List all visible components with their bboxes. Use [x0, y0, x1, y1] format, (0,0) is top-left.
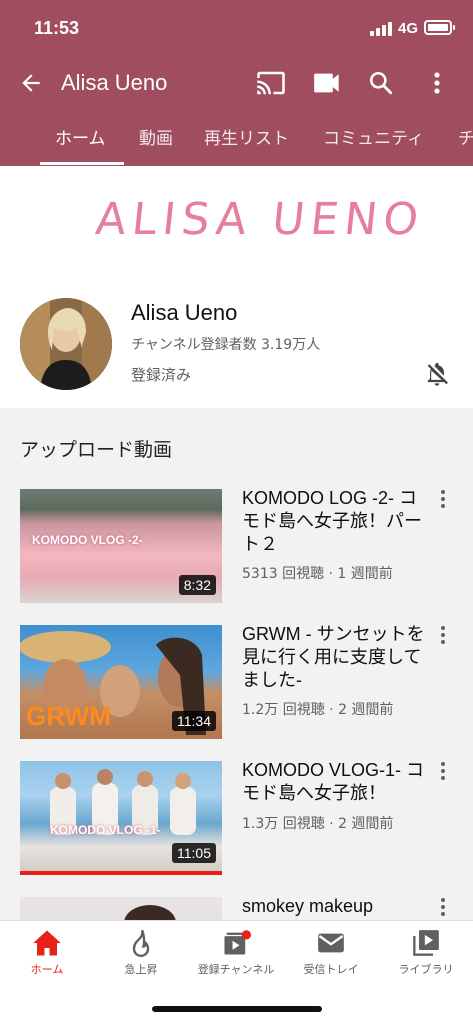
video-item[interactable]: KOMODO VLOG -1- 11:05 KOMODO VLOG-1- コモド…: [0, 759, 473, 879]
status-time: 11:53: [34, 18, 80, 38]
cast-icon[interactable]: [254, 66, 288, 100]
flame-icon: [132, 929, 150, 957]
nav-inbox[interactable]: 受信トレイ: [284, 929, 378, 983]
video-title[interactable]: KOMODO VLOG-1- コモド島へ女子旅！: [242, 759, 432, 805]
video-duration: 11:05: [172, 843, 216, 863]
video-thumbnail[interactable]: [20, 897, 222, 920]
video-item[interactable]: smokey makeup: [0, 897, 473, 920]
mail-icon: [318, 933, 344, 953]
nav-label: ライブラリ: [398, 963, 454, 976]
channel-banner: ALISA UENO: [0, 166, 473, 274]
video-duration: 8:32: [178, 575, 216, 595]
channel-info: Alisa Ueno チャンネル登録者数 3.19万人 登録済み: [0, 274, 473, 408]
thumbnail-caption: KOMODO VLOG -1-: [50, 823, 161, 837]
video-thumbnail[interactable]: KOMODO VLOG -1- 11:05: [20, 761, 222, 875]
active-tab-indicator: [40, 162, 124, 165]
subscriber-count: チャンネル登録者数 3.19万人: [131, 337, 321, 353]
tab-videos[interactable]: 動画: [139, 124, 173, 149]
more-vert-icon[interactable]: [440, 897, 456, 919]
search-icon[interactable]: [366, 66, 396, 100]
channel-header: 11:53 4G Alisa Ueno ホーム 動画 再生リスト コミュニティ …: [0, 0, 473, 166]
network-type: 4G: [398, 20, 419, 37]
nav-label: 急上昇: [124, 963, 158, 976]
nav-label: 登録チャンネル: [197, 963, 275, 976]
video-title[interactable]: KOMODO LOG -2- コモド島へ女子旅！パート２: [242, 487, 432, 556]
more-vert-icon[interactable]: [440, 489, 456, 511]
video-thumbnail[interactable]: GRWM 11:34: [20, 625, 222, 739]
more-vert-icon[interactable]: [425, 66, 449, 100]
nav-trending[interactable]: 急上昇: [94, 929, 188, 983]
video-item[interactable]: KOMODO VLOG -2- 8:32 KOMODO LOG -2- コモド島…: [0, 487, 473, 607]
avatar[interactable]: [20, 298, 112, 390]
tab-playlists[interactable]: 再生リスト: [204, 124, 289, 149]
more-vert-icon[interactable]: [440, 761, 456, 783]
video-meta: 5313 回視聴 · 1 週間前: [242, 566, 393, 582]
video-title[interactable]: smokey makeup: [242, 897, 432, 918]
status-bar: 11:53 4G: [0, 0, 473, 58]
banner-logo: ALISA UENO: [93, 194, 427, 245]
video-thumbnail[interactable]: KOMODO VLOG -2- 8:32: [20, 489, 222, 603]
nav-home[interactable]: ホーム: [0, 929, 94, 983]
signal-icon: [370, 22, 392, 36]
home-indicator: [152, 1006, 322, 1012]
nav-subscriptions[interactable]: 登録チャンネル: [189, 929, 283, 983]
video-duration: 11:34: [172, 711, 216, 731]
tab-channels[interactable]: チ: [458, 124, 473, 149]
battery-icon: [424, 20, 455, 35]
watch-progress-bar: [20, 871, 222, 875]
tab-community[interactable]: コミュニティ: [323, 124, 424, 149]
video-item[interactable]: GRWM 11:34 GRWM - サンセットを見に行く用に支度してました- 1…: [0, 623, 473, 743]
more-vert-icon[interactable]: [440, 625, 456, 647]
subscribed-status[interactable]: 登録済み: [131, 364, 191, 385]
thumbnail-caption: KOMODO VLOG -2-: [32, 533, 143, 547]
library-icon: [413, 930, 439, 956]
nav-label: 受信トレイ: [303, 963, 359, 976]
home-icon: [33, 930, 61, 956]
page-title: Alisa Ueno: [61, 70, 168, 95]
nav-label: ホーム: [30, 963, 64, 976]
channel-name: Alisa Ueno: [131, 300, 238, 325]
notification-off-bell-icon[interactable]: [423, 360, 453, 390]
subscriptions-icon: [224, 930, 251, 955]
upload-video-icon[interactable]: [312, 66, 342, 100]
video-title[interactable]: GRWM - サンセットを見に行く用に支度してました-: [242, 623, 432, 692]
section-title: アップロード動画: [20, 439, 173, 461]
back-arrow-icon[interactable]: [14, 66, 48, 100]
thumbnail-caption: GRWM: [26, 701, 111, 731]
video-meta: 1.2万 回視聴 · 2 週間前: [242, 702, 394, 718]
nav-library[interactable]: ライブラリ: [379, 929, 473, 983]
video-meta: 1.3万 回視聴 · 2 週間前: [242, 816, 394, 832]
app-bar: Alisa Ueno: [0, 58, 473, 110]
channel-tabs: ホーム 動画 再生リスト コミュニティ チ: [0, 112, 473, 166]
tab-home[interactable]: ホーム: [55, 124, 106, 149]
